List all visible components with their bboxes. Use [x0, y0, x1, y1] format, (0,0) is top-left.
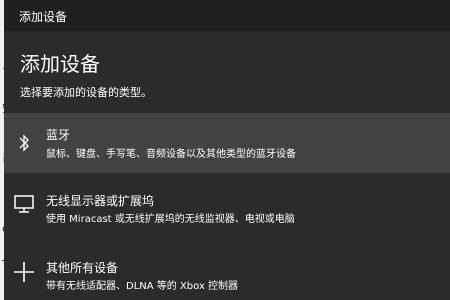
bluetooth-icon	[12, 131, 36, 155]
monitor-icon	[12, 192, 36, 216]
window-title: 添加设备	[19, 10, 68, 24]
option-title: 无线显示器或扩展坞	[46, 194, 155, 208]
add-device-dialog: 添加设备 添加设备 选择要添加的设备的类型。 蓝牙 鼠标、键盘、手写笔、音频设备…	[4, 0, 450, 300]
screen: + 安 己 d T 添加设备 添加设备 选择要添加的设备的类型。 蓝牙 鼠标、键…	[0, 0, 450, 300]
option-everything-else[interactable]: 其他所有设备 带有无线适配器、DLNA 等的 Xbox 控制器	[4, 250, 450, 300]
option-description: 带有无线适配器、DLNA 等的 Xbox 控制器	[46, 281, 239, 292]
option-description: 鼠标、键盘、手写笔、音频设备以及其他类型的蓝牙设备	[46, 149, 296, 160]
option-wireless-display[interactable]: 无线显示器或扩展坞 使用 Miracast 或无线扩展坞的无线监视器、电视或电脑	[4, 176, 450, 232]
option-title: 蓝牙	[46, 128, 71, 142]
option-title: 其他所有设备	[46, 261, 119, 275]
option-description: 使用 Miracast 或无线扩展坞的无线监视器、电视或电脑	[46, 214, 295, 225]
page-subtitle: 选择要添加的设备的类型。	[20, 86, 152, 99]
option-bluetooth[interactable]: 蓝牙 鼠标、键盘、手写笔、音频设备以及其他类型的蓝牙设备	[4, 113, 450, 173]
page-title: 添加设备	[20, 52, 100, 76]
title-bar[interactable]: 添加设备	[4, 0, 450, 31]
plus-icon	[12, 260, 36, 284]
